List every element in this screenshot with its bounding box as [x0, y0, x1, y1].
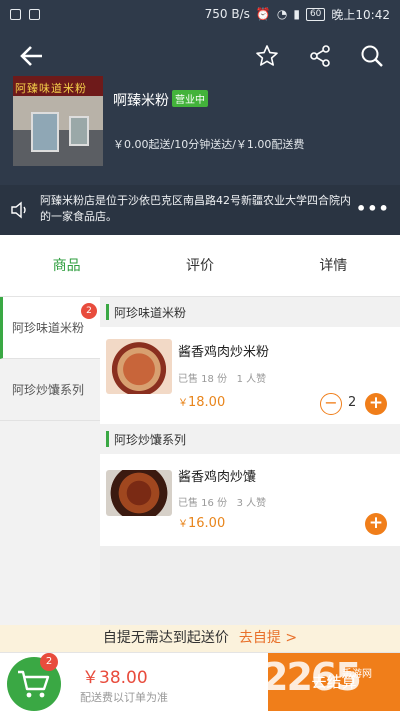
section-marker [106, 431, 109, 447]
product-stats: 已售 18 份 1 人赞 [178, 370, 266, 385]
product-name: 酱香鸡肉炒馕 [178, 470, 257, 485]
product-price: ￥16.00 [178, 515, 225, 531]
section-header: 阿珍炒馕系列 [100, 424, 400, 454]
category-sidebar: 阿珍味道米粉 2 阿珍炒馕系列 [0, 297, 100, 625]
price-value: 16.00 [188, 516, 226, 531]
category-item-naan[interactable]: 阿珍炒馕系列 [0, 359, 100, 421]
product-image[interactable] [106, 470, 172, 516]
share-icon [310, 45, 330, 67]
star-icon [256, 45, 278, 66]
cart-bar: 2 ￥38.00 配送费以订单为准 去结算 2265 手游网 [0, 652, 400, 711]
category-count-badge: 2 [81, 303, 97, 319]
section-title: 阿珍味道米粉 [114, 305, 187, 320]
product-price: ￥18.00 [178, 394, 225, 410]
section-marker [106, 304, 109, 320]
favorite-button[interactable] [253, 42, 281, 70]
tab-products[interactable]: 商品 [0, 235, 133, 296]
pickup-text: 自提无需达到起送价 [102, 630, 229, 646]
product-list[interactable]: 阿珍味道米粉 酱香鸡肉炒米粉 已售 18 份 1 人赞 ￥18.00 − 2 +… [100, 297, 400, 625]
product-likes: 3 人赞 [236, 498, 267, 509]
shop-notice-text: 阿臻米粉店是位于沙依巴克区南昌路42号新疆农业大学四合院内的一家食品店。 [40, 194, 351, 223]
cart-count-badge: 2 [40, 653, 58, 671]
image-icon [29, 8, 40, 20]
product-item[interactable]: 酱香鸡肉炒馕 已售 16 份 3 人赞 ￥16.00 + [100, 454, 400, 546]
product-image[interactable] [106, 339, 172, 394]
product-likes: 1 人赞 [236, 374, 267, 385]
more-button[interactable]: ••• [356, 199, 390, 218]
category-label: 阿珍炒馕系列 [12, 383, 85, 397]
back-arrow-icon [20, 46, 42, 66]
back-button[interactable] [18, 42, 46, 70]
cart-icon [18, 670, 50, 698]
increase-quantity-button[interactable]: + [365, 393, 387, 415]
battery-indicator: 60 [305, 7, 326, 21]
list-empty-area [100, 546, 400, 591]
tab-details[interactable]: 详情 [267, 235, 400, 296]
price-currency: ￥ [178, 398, 188, 409]
product-stats: 已售 16 份 3 人赞 [178, 494, 266, 509]
signal-icon: ▮ [293, 7, 300, 21]
network-speed: 750 B/s [204, 7, 250, 21]
search-button[interactable] [358, 42, 386, 70]
quantity-value: 2 [348, 395, 357, 410]
product-name: 酱香鸡肉炒米粉 [178, 345, 270, 360]
pickup-link[interactable]: 去自提 > [239, 630, 297, 646]
open-status-badge: 营业中 [172, 90, 208, 107]
product-sold: 已售 18 份 [178, 374, 228, 385]
section-title: 阿珍炒馕系列 [114, 432, 187, 447]
shop-photo[interactable]: 阿臻味道米粉 [13, 76, 103, 166]
add-to-cart-button[interactable]: + [365, 513, 387, 535]
price-value: 18.00 [188, 395, 226, 410]
decrease-quantity-button[interactable]: − [320, 393, 342, 415]
category-label: 阿珍味道米粉 [12, 321, 85, 335]
shop-header: 阿臻味道米粉 啊臻米粉 营业中 ￥0.00起送/10分钟送达/￥1.00配送费 … [0, 28, 400, 235]
speaker-icon [10, 201, 30, 223]
wifi-icon: ◔ [276, 7, 288, 21]
delivery-fee-note: 配送费以订单为准 [80, 691, 168, 704]
status-bar: 750 B/s ⏰ ◔ ▮ 60 晚上10:42 [0, 0, 400, 28]
product-item[interactable]: 酱香鸡肉炒米粉 已售 18 份 1 人赞 ￥18.00 − 2 + [100, 327, 400, 424]
shop-window [69, 116, 89, 146]
pickup-banner[interactable]: 自提无需达到起送价 去自提 > [0, 625, 400, 652]
category-item-rice-noodle[interactable]: 阿珍味道米粉 2 [0, 297, 100, 359]
price-currency: ￥ [178, 519, 188, 530]
cart-total: ￥38.00 [82, 668, 148, 688]
section-header: 阿珍味道米粉 [100, 297, 400, 327]
search-icon [361, 45, 383, 67]
tab-bar: 商品 评价 详情 [0, 235, 400, 297]
tab-reviews[interactable]: 评价 [133, 235, 266, 296]
upload-icon [10, 8, 21, 20]
alarm-icon: ⏰ [255, 7, 271, 21]
site-watermark-sub: 手游网 [342, 669, 372, 680]
shop-name: 啊臻米粉 [113, 93, 169, 109]
product-sold: 已售 16 份 [178, 498, 228, 509]
shop-door [31, 112, 59, 152]
shop-sign-text: 阿臻味道米粉 [15, 82, 87, 95]
shop-notice[interactable]: 阿臻米粉店是位于沙依巴克区南昌路42号新疆农业大学四合院内的一家食品店。 ••• [0, 185, 400, 235]
delivery-info: ￥0.00起送/10分钟送达/￥1.00配送费 [113, 138, 305, 151]
share-button[interactable] [306, 42, 334, 70]
clock: 晚上10:42 [331, 7, 390, 22]
